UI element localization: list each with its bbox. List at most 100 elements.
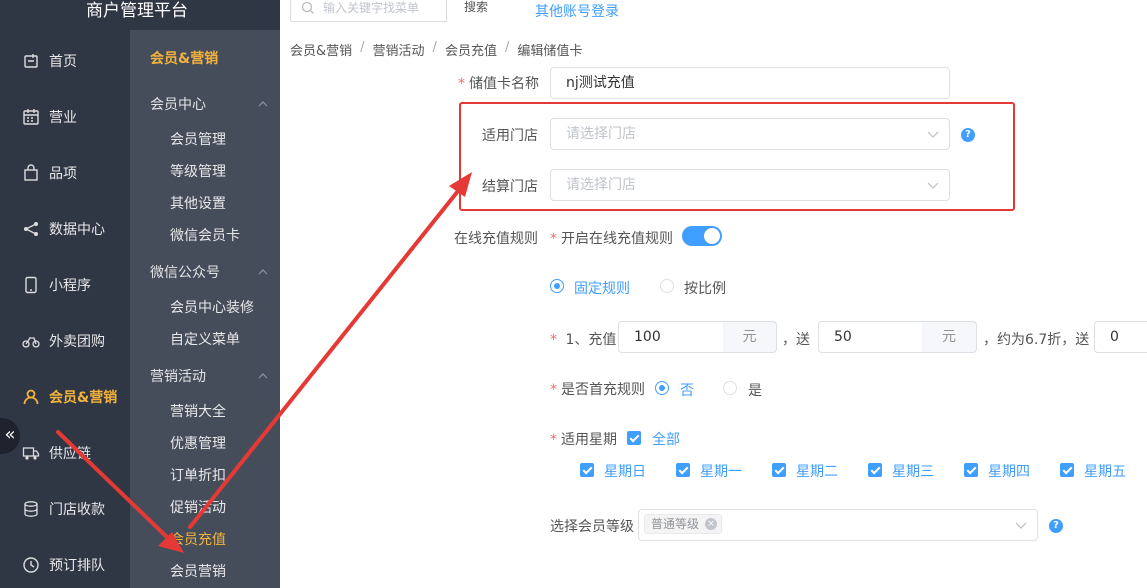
sub-item-wechat-card[interactable]: 微信会员卡 — [170, 225, 240, 245]
weekday-label-sun[interactable]: 星期日 — [604, 461, 646, 481]
chevron-up-icon — [258, 101, 268, 107]
rule1-gift-unit: 元 — [922, 321, 977, 353]
nav-item-business[interactable]: 营业 — [0, 102, 130, 132]
nav-item-member-marketing[interactable]: 会员&营销 — [0, 382, 130, 412]
rule1-gift-input[interactable]: 50 — [818, 321, 923, 353]
tag-close-icon[interactable]: × — [705, 518, 718, 530]
sub-item-promotion[interactable]: 促销活动 — [170, 497, 226, 517]
breadcrumb-separator: / — [360, 40, 365, 55]
nav-item-home[interactable]: 首页 — [0, 46, 130, 76]
first-yes-label[interactable]: 是 — [748, 380, 762, 400]
rule1-amount-input[interactable]: 100 — [618, 321, 724, 353]
first-no-radio[interactable] — [655, 381, 669, 395]
weekday-checkbox-mon[interactable] — [676, 463, 690, 477]
breadcrumb-separator: / — [432, 40, 437, 55]
sub-group-label: 会员中心 — [150, 97, 206, 113]
calendar-icon — [22, 108, 40, 126]
weekday-checkbox-sun[interactable] — [580, 463, 594, 477]
nav-item-delivery[interactable]: 外卖团购 — [0, 326, 130, 356]
app-root: 商户管理平台 首页 营业 品项 数据中心 小程序 外卖团购 会员&营销 供应链 … — [0, 0, 1147, 588]
nav-item-label: 门店收款 — [49, 502, 105, 518]
nav-item-label: 供应链 — [49, 446, 91, 462]
nav-item-store-payment[interactable]: 门店收款 — [0, 494, 130, 524]
sub-group-marketing[interactable]: 营销活动 — [150, 366, 268, 386]
card-name-field[interactable]: nj测试充值 — [550, 67, 950, 99]
card-name-label: * 储值卡名称 — [458, 76, 539, 92]
toggle-knob — [704, 228, 720, 244]
first-yes-radio[interactable] — [723, 381, 737, 395]
breadcrumb-item[interactable]: 会员&营销 — [290, 40, 352, 59]
search-button[interactable]: 搜索 — [446, 0, 505, 22]
sub-item-other-settings[interactable]: 其他设置 — [170, 193, 226, 213]
sub-item-member-center-decor[interactable]: 会员中心装修 — [170, 297, 254, 317]
rule1-discount-text: ，约为6.7折，送 — [983, 332, 1090, 348]
sub-item-member-marketing[interactable]: 会员营销 — [170, 561, 226, 581]
first-no-label[interactable]: 否 — [680, 380, 694, 400]
sub-group-member-center[interactable]: 会员中心 — [150, 94, 268, 114]
rule-fixed-label[interactable]: 固定规则 — [574, 278, 630, 298]
sub-item-discount-management[interactable]: 优惠管理 — [170, 433, 226, 453]
clock-icon — [22, 556, 40, 574]
breadcrumb: 会员&营销 / 营销活动 / 会员充值 / 编辑储值卡 — [290, 40, 582, 59]
weekday-label-fri[interactable]: 星期五 — [1084, 461, 1126, 481]
chevron-up-icon — [258, 269, 268, 275]
sub-item-member-recharge[interactable]: 会员充值 — [170, 529, 226, 549]
breadcrumb-item[interactable]: 营销活动 — [373, 40, 425, 59]
rule1-extra-input[interactable]: 0 — [1094, 321, 1147, 353]
sub-group-label: 营销活动 — [150, 369, 206, 385]
nav-item-label: 数据中心 — [49, 222, 105, 238]
breadcrumb-item[interactable]: 会员充值 — [445, 40, 497, 59]
search-icon — [301, 1, 314, 14]
nav-item-mini-program[interactable]: 小程序 — [0, 270, 130, 300]
nav-item-label: 首页 — [49, 54, 77, 70]
enable-online-label: * 开启在线充值规则 — [550, 231, 673, 247]
weekday-label-thu[interactable]: 星期四 — [988, 461, 1030, 481]
weekday-label-tue[interactable]: 星期二 — [796, 461, 838, 481]
weekday-checkbox-wed[interactable] — [868, 463, 882, 477]
sub-item-marketing-all[interactable]: 营销大全 — [170, 401, 226, 421]
enable-online-toggle[interactable] — [682, 226, 722, 246]
rule1-label: * 1、充值 — [550, 332, 617, 348]
weekday-label-wed[interactable]: 星期三 — [892, 461, 934, 481]
rule-ratio-label[interactable]: 按比例 — [684, 278, 726, 298]
home-icon — [22, 52, 40, 70]
weekday-label: * 适用星期 — [550, 432, 617, 448]
rule-ratio-radio[interactable] — [660, 279, 674, 293]
sub-item-custom-menu[interactable]: 自定义菜单 — [170, 329, 240, 349]
sub-item-order-discount[interactable]: 订单折扣 — [170, 465, 226, 485]
member-level-tag: 普通等级 × — [644, 514, 723, 534]
sub-group-wechat-official[interactable]: 微信公众号 — [150, 262, 268, 282]
sub-item-member-management[interactable]: 会员管理 — [170, 129, 226, 149]
member-level-label: 选择会员等级 — [550, 519, 634, 535]
weekday-all-checkbox[interactable] — [627, 431, 641, 445]
rule-fixed-radio[interactable] — [550, 279, 564, 293]
chevron-down-icon — [1015, 522, 1027, 529]
bike-icon — [22, 332, 40, 350]
nav-item-label: 小程序 — [49, 278, 91, 294]
nav-item-reservation[interactable]: 预订排队 — [0, 550, 130, 580]
nav-item-supply-chain[interactable]: 供应链 — [0, 438, 130, 468]
nav-item-label: 营业 — [49, 110, 77, 126]
nav-item-data-center[interactable]: 数据中心 — [0, 214, 130, 244]
nav-item-label: 品项 — [49, 166, 77, 182]
annotation-highlight-box — [459, 102, 1015, 211]
nav-item-products[interactable]: 品项 — [0, 158, 130, 188]
nav-item-label: 外卖团购 — [49, 334, 105, 350]
bag-icon — [22, 164, 40, 182]
rule1-gift-prefix: ，送 — [782, 332, 810, 348]
weekday-checkbox-fri[interactable] — [1060, 463, 1074, 477]
rule1-amount-unit: 元 — [723, 321, 777, 353]
sub-nav: 会员&营销 会员中心 会员管理 等级管理 其他设置 微信会员卡 微信公众号 会员… — [130, 30, 280, 588]
share-icon — [22, 220, 40, 238]
weekday-checkbox-tue[interactable] — [772, 463, 786, 477]
weekday-checkbox-thu[interactable] — [964, 463, 978, 477]
other-account-login-link[interactable]: 其他账号登录 — [535, 1, 619, 21]
sub-item-level-management[interactable]: 等级管理 — [170, 161, 226, 181]
help-icon[interactable]: ? — [1049, 519, 1063, 533]
app-title: 商户管理平台 — [0, 0, 280, 30]
weekday-label-mon[interactable]: 星期一 — [700, 461, 742, 481]
weekday-all-label[interactable]: 全部 — [652, 429, 680, 449]
menu-search-input[interactable] — [323, 1, 441, 15]
sub-nav-title: 会员&营销 — [150, 51, 219, 67]
online-rule-label: 在线充值规则 — [454, 231, 538, 247]
